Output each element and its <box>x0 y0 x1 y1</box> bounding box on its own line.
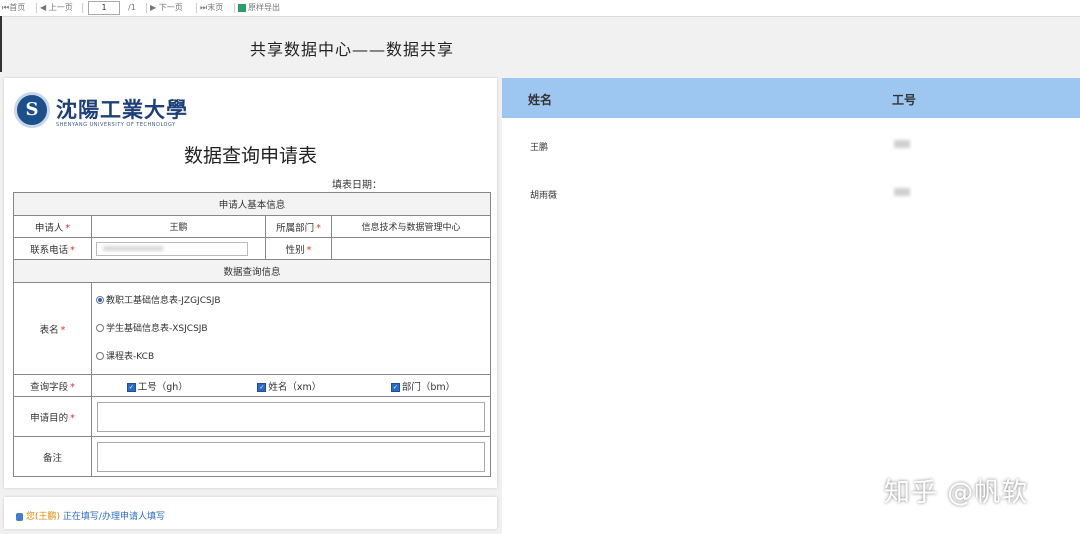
application-form-panel: S 沈陽工業大學 SHENYANG UNIVERSITY OF TECHNOLO… <box>4 78 497 488</box>
next-page-label: 下一页 <box>158 3 183 12</box>
first-page-button[interactable]: ⏮首页 <box>2 2 25 14</box>
phone-input[interactable] <box>96 241 248 256</box>
checkbox-checked-icon: ✓ <box>126 382 136 392</box>
remark-label: 备注 <box>13 436 92 477</box>
page-total: /1 <box>128 3 136 12</box>
workflow-status-panel: 您(王鹏) 正在填写/办理申请人填写 <box>4 497 497 529</box>
logo-english-name: SHENYANG UNIVERSITY OF TECHNOLOGY <box>56 122 176 128</box>
fill-date-label: 填表日期： <box>332 180 382 191</box>
table-option-kcb[interactable]: 课程表-KCB <box>96 343 486 371</box>
export-label: 原样导出 <box>248 3 280 12</box>
phone-cell <box>91 237 266 260</box>
applicant-value: 王鹏 <box>91 215 266 238</box>
toolbar-divider <box>36 3 37 13</box>
purpose-label: 申请目的 * <box>13 396 92 437</box>
next-page-button[interactable]: ▶ 下一页 <box>150 2 183 14</box>
export-button[interactable]: 原样导出 <box>238 2 280 14</box>
field-option-xm[interactable]: ✓ 姓名（xm） <box>257 379 321 393</box>
application-form-table: 申请人基本信息 申请人 * 王鹏 所属部门 * 信息技术与数据管理中心 联系电话 * … <box>12 192 492 477</box>
section-query-info: 数据查询信息 <box>12 259 492 283</box>
radio-icon <box>96 352 104 360</box>
prev-page-label: 上一页 <box>48 3 73 12</box>
status-message: 正在填写/办理申请人填写 <box>62 512 165 522</box>
row-id-redacted <box>894 188 910 196</box>
left-edge-bar <box>0 16 2 72</box>
toolbar-divider <box>146 3 147 13</box>
column-header-name: 姓名 <box>528 93 553 107</box>
logo-chinese-name: 沈陽工業大學 <box>56 97 188 122</box>
radio-selected-icon <box>96 296 104 304</box>
export-icon <box>238 3 246 12</box>
toolbar-divider <box>196 3 197 13</box>
table-row: 王鹏 <box>502 120 1080 168</box>
query-fields-label: 查询字段 * <box>13 374 92 397</box>
report-toolbar: ⏮首页 ◀ 上一页 1 /1 ▶ 下一页 ⏭末页 原样导出 <box>0 0 1080 17</box>
field-option-bm[interactable]: ✓ 部门（bm） <box>390 379 455 393</box>
toolbar-divider <box>234 3 235 13</box>
section-basic-info: 申请人基本信息 <box>12 192 492 216</box>
purpose-textarea[interactable] <box>97 401 485 432</box>
checkbox-checked-icon: ✓ <box>257 382 267 392</box>
column-header-id: 工号 <box>892 93 917 107</box>
user-icon <box>16 512 23 521</box>
gender-label: 性别 * <box>265 237 332 260</box>
remark-textarea[interactable] <box>97 441 485 472</box>
table-option-xsjcsjb[interactable]: 学生基础信息表-XSJCSJB <box>96 315 486 343</box>
row-id-redacted <box>894 140 910 148</box>
workflow-status: 您(王鹏) 正在填写/办理申请人填写 <box>16 509 165 522</box>
university-logo: S 沈陽工業大學 SHENYANG UNIVERSITY OF TECHNOLO… <box>14 88 194 133</box>
department-value: 信息技术与数据管理中心 <box>330 215 492 238</box>
first-page-label: 首页 <box>9 3 26 12</box>
page-number-input[interactable]: 1 <box>88 1 120 15</box>
result-list-panel: 姓名 工号 王鹏 胡雨薇 <box>502 78 1080 534</box>
purpose-cell <box>90 396 492 437</box>
query-fields-cell: ✓ 工号（gh） ✓ 姓名（xm） ✓ 部门（bm） <box>90 374 492 397</box>
form-title: 数据查询申请表 <box>183 145 317 167</box>
prev-page-button[interactable]: ◀ 上一页 <box>40 2 73 14</box>
status-user: 您(王鹏) <box>26 512 61 522</box>
toolbar-divider <box>82 3 83 13</box>
remark-cell <box>90 436 492 477</box>
table-option-jzgjcsjb[interactable]: 教职工基础信息表-JZGJCSJB <box>96 287 486 315</box>
last-page-button[interactable]: ⏭末页 <box>200 2 223 14</box>
department-label: 所属部门 * <box>265 215 332 238</box>
logo-seal-icon: S <box>14 92 50 128</box>
radio-icon <box>96 324 104 332</box>
row-name: 胡雨薇 <box>530 191 558 201</box>
table-options: 教职工基础信息表-JZGJCSJB 学生基础信息表-XSJCSJB 课程表-KC… <box>90 282 492 375</box>
list-header: 姓名 工号 <box>502 78 1080 118</box>
row-name: 王鹏 <box>530 143 549 153</box>
page-title: 共享数据中心——数据共享 <box>250 40 455 59</box>
table-row: 胡雨薇 <box>502 168 1080 216</box>
checkbox-checked-icon: ✓ <box>390 382 400 392</box>
last-page-label: 末页 <box>207 3 224 12</box>
table-name-label: 表名 * <box>13 282 92 375</box>
applicant-label: 申请人 * <box>13 215 92 238</box>
field-option-gh[interactable]: ✓ 工号（gh） <box>126 379 188 393</box>
phone-label: 联系电话 * <box>13 237 92 260</box>
watermark: 知乎 @帆软 <box>884 478 1029 508</box>
gender-field[interactable] <box>330 237 492 260</box>
